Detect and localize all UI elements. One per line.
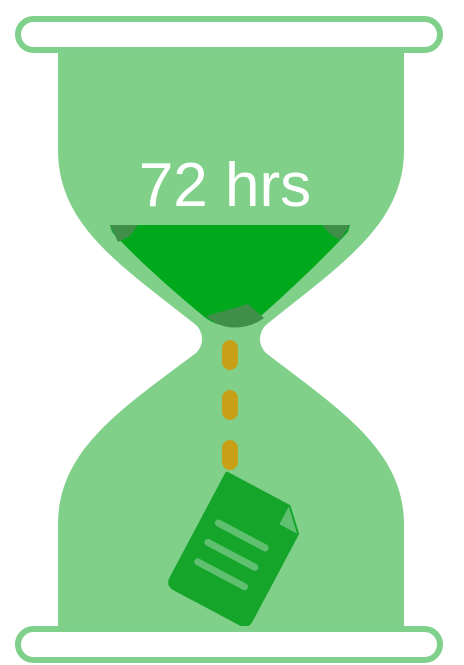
top-cap [15, 16, 443, 53]
hours-label: 72 hrs [139, 151, 311, 220]
bottom-cap [15, 626, 443, 663]
stream-dash-1 [222, 340, 238, 370]
stream-dash-2 [222, 390, 238, 420]
stream-dash-3 [222, 440, 238, 470]
hourglass-icon: 72 hrs [15, 16, 443, 663]
